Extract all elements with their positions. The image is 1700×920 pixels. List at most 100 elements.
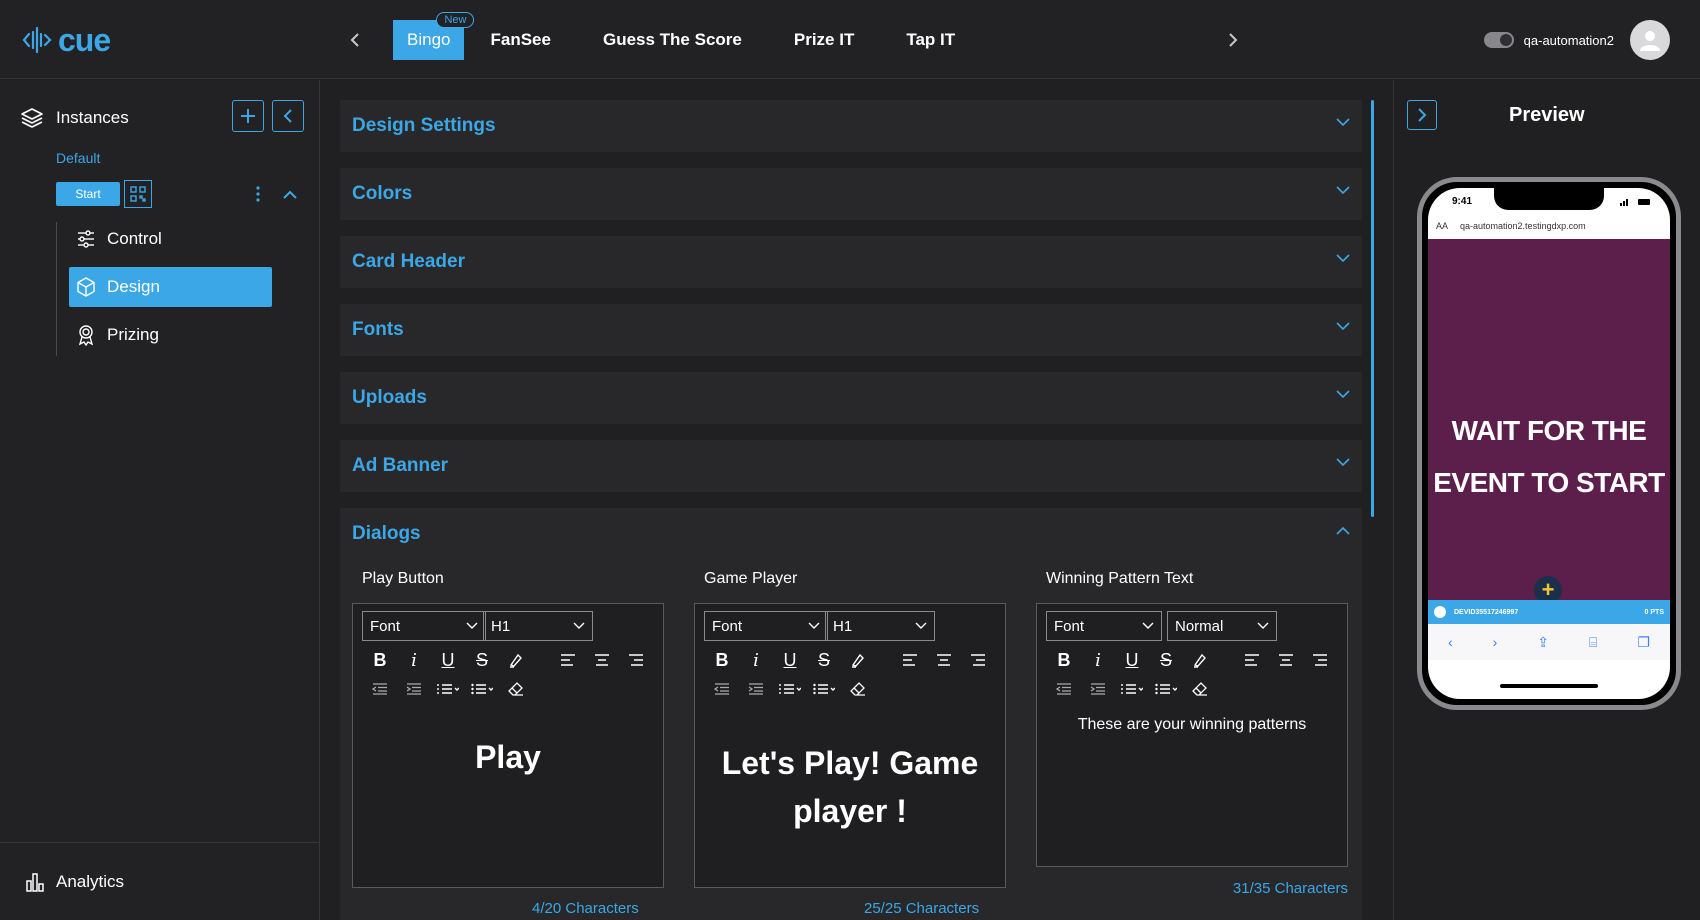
section-title: Card Header: [352, 251, 465, 272]
tabs-next-button[interactable]: [1220, 27, 1246, 53]
underline-icon[interactable]: U: [773, 648, 807, 672]
align-left-icon[interactable]: [893, 648, 927, 672]
sidebar-item-prizing[interactable]: Prizing: [69, 315, 272, 355]
section-fonts[interactable]: Fonts: [340, 304, 1362, 356]
collapse-preview-button[interactable]: [1407, 100, 1437, 130]
scrollbar[interactable]: [1371, 100, 1374, 517]
align-right-icon[interactable]: [961, 648, 995, 672]
cue-logo[interactable]: cue: [22, 20, 111, 60]
tab-tap-it[interactable]: Tap IT: [880, 20, 981, 60]
chevron-down-icon: [573, 622, 585, 629]
chevron-left-icon: [350, 33, 359, 47]
ordered-list-icon[interactable]: [431, 677, 465, 701]
collapse-sidebar-button[interactable]: [272, 100, 304, 132]
section-uploads[interactable]: Uploads: [340, 372, 1362, 424]
back-icon[interactable]: ‹: [1448, 634, 1453, 650]
dialogs-header[interactable]: Dialogs: [340, 508, 1362, 560]
tab-bingo[interactable]: Bingo New: [393, 12, 475, 60]
heading-select[interactable]: Normal: [1167, 611, 1277, 641]
editor-label: Play Button: [362, 570, 444, 587]
section-colors[interactable]: Colors: [340, 168, 1362, 220]
more-options-button[interactable]: [250, 184, 266, 204]
outdent-icon[interactable]: [1047, 677, 1081, 701]
strikethrough-icon[interactable]: S: [465, 648, 499, 672]
font-select[interactable]: Font: [1046, 611, 1162, 641]
format-toolbar: B i U S: [363, 648, 653, 672]
collapse-instance-button[interactable]: [280, 184, 300, 204]
align-center-icon[interactable]: [585, 648, 619, 672]
eraser-icon[interactable]: [499, 677, 533, 701]
underline-icon[interactable]: U: [1115, 648, 1149, 672]
align-center-icon[interactable]: [1269, 648, 1303, 672]
chevron-down-icon: [1336, 118, 1350, 127]
bullet-list-icon[interactable]: [807, 677, 841, 701]
qr-code-button[interactable]: [124, 180, 152, 208]
italic-icon[interactable]: i: [739, 648, 773, 672]
indent-icon[interactable]: [739, 677, 773, 701]
rich-text-editor: Font H1 B i U S: [694, 603, 1006, 888]
bookmarks-icon[interactable]: ⌸: [1589, 634, 1597, 651]
theme-toggle[interactable]: [1483, 32, 1514, 48]
font-select[interactable]: Font: [362, 611, 486, 641]
bold-icon[interactable]: B: [705, 648, 739, 672]
browser-url-bar[interactable]: AA qa-automation2.testingdxp.com: [1428, 216, 1670, 236]
forward-icon[interactable]: ›: [1493, 634, 1498, 650]
text-size-label: AA: [1436, 221, 1449, 231]
section-ad-banner[interactable]: Ad Banner: [340, 440, 1362, 492]
sidebar-item-design[interactable]: Design: [69, 267, 272, 307]
new-badge: New: [436, 12, 475, 28]
font-select[interactable]: Font: [704, 611, 828, 641]
bold-icon[interactable]: B: [1047, 648, 1081, 672]
editor-content[interactable]: These are your winning patterns: [1047, 716, 1337, 734]
section-title: Dialogs: [352, 523, 421, 544]
ordered-list-icon[interactable]: [1115, 677, 1149, 701]
align-left-icon[interactable]: [551, 648, 585, 672]
avatar[interactable]: [1630, 20, 1670, 60]
tabs-icon[interactable]: ❐: [1637, 634, 1650, 651]
chevron-down-icon: [1336, 186, 1350, 195]
editor-label: Winning Pattern Text: [1046, 570, 1194, 587]
tab-fansee[interactable]: FanSee: [490, 20, 576, 60]
tab-prize-it[interactable]: Prize IT: [768, 20, 880, 60]
outdent-icon[interactable]: [705, 677, 739, 701]
chevron-right-icon: [1418, 108, 1427, 122]
editor-content[interactable]: Play: [363, 739, 653, 776]
editor-content[interactable]: Let's Play! Game player !: [705, 739, 995, 835]
bullet-list-icon[interactable]: [1149, 677, 1183, 701]
tab-guess-the-score[interactable]: Guess The Score: [577, 20, 768, 60]
outdent-icon[interactable]: [363, 677, 397, 701]
section-card-header[interactable]: Card Header: [340, 236, 1362, 288]
align-right-icon[interactable]: [619, 648, 653, 672]
ordered-list-icon[interactable]: [773, 677, 807, 701]
highlight-icon[interactable]: [499, 648, 533, 672]
heading-select[interactable]: H1: [825, 611, 935, 641]
indent-icon[interactable]: [1081, 677, 1115, 701]
italic-icon[interactable]: i: [397, 648, 431, 672]
strikethrough-icon[interactable]: S: [807, 648, 841, 672]
chevron-left-icon: [283, 109, 292, 123]
strikethrough-icon[interactable]: S: [1149, 648, 1183, 672]
bullet-list-icon[interactable]: [465, 677, 499, 701]
sidebar-item-analytics[interactable]: Analytics: [0, 842, 319, 920]
section-design-settings[interactable]: Design Settings: [340, 100, 1362, 152]
section-title: Colors: [352, 183, 413, 204]
highlight-icon[interactable]: [841, 648, 875, 672]
eraser-icon[interactable]: [841, 677, 875, 701]
highlight-icon[interactable]: [1183, 648, 1217, 672]
heading-select[interactable]: H1: [483, 611, 593, 641]
align-left-icon[interactable]: [1235, 648, 1269, 672]
align-center-icon[interactable]: [927, 648, 961, 672]
eraser-icon[interactable]: [1183, 677, 1217, 701]
bold-icon[interactable]: B: [363, 648, 397, 672]
instance-name[interactable]: Default: [56, 150, 100, 166]
underline-icon[interactable]: U: [431, 648, 465, 672]
start-button[interactable]: Start: [56, 182, 120, 206]
align-right-icon[interactable]: [1303, 648, 1337, 672]
sidebar-item-control[interactable]: Control: [69, 219, 272, 259]
indent-icon[interactable]: [397, 677, 431, 701]
tabs-prev-button[interactable]: [342, 27, 368, 53]
italic-icon[interactable]: i: [1081, 648, 1115, 672]
tab-label: Prize IT: [793, 30, 855, 49]
add-instance-button[interactable]: [232, 100, 264, 132]
share-icon[interactable]: ⇪: [1537, 634, 1549, 651]
